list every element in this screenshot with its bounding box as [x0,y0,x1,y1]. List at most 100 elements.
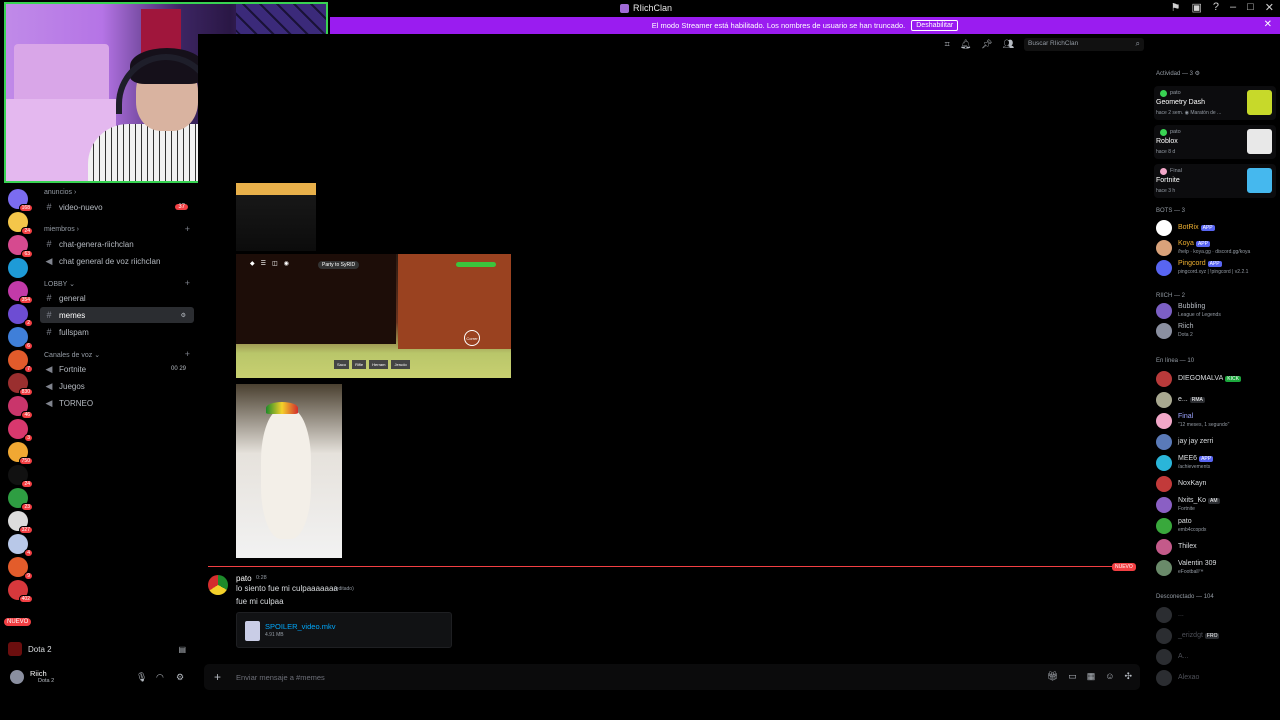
channel-torneo[interactable]: ◀ TORNEO [40,395,194,411]
server-icon[interactable]: 7 [8,350,33,373]
member-row[interactable]: DIEGOMALVA KICK [1156,370,1278,388]
channel-video-nuevo[interactable]: # video-nuevo 37 [40,199,194,215]
close-window-button[interactable]: ✕ [1265,1,1274,14]
server-icon[interactable] [8,258,28,278]
gif-icon[interactable]: ▭ [1068,671,1077,682]
member-row[interactable]: ... [1156,606,1278,624]
image-attachment-screenshot[interactable] [236,183,316,251]
category-lobby[interactable]: LOBBY ⌄ [44,280,75,288]
disable-streamer-button[interactable]: Deshabilitar [911,20,959,31]
gift-icon[interactable]: 🎁︎ [1047,671,1058,682]
server-icon[interactable]: 24 [8,212,33,235]
image-attachment-rat[interactable] [236,384,342,558]
member-row[interactable]: MEE6 APP/achievements [1156,454,1278,472]
apps-icon[interactable]: ✣ [1124,671,1132,682]
member-tag: APP [1200,225,1215,231]
hashtag-icon: # [46,327,52,337]
pin-icon[interactable]: 📌︎ [981,39,992,50]
member-row[interactable]: Nxits_Ko AM Fortnite [1156,496,1278,514]
server-icon[interactable]: 4 [8,534,33,557]
avatar [1156,628,1172,644]
add-channel-icon[interactable]: + [185,224,190,234]
file-attachment[interactable]: SPOILER_video.mkv 4.91 MB [236,612,452,648]
new-messages-divider [208,566,1134,567]
member-row[interactable]: Alexao [1156,669,1278,687]
search-input[interactable]: Buscar RIichClan ⌕ [1024,38,1144,51]
close-icon[interactable]: ✕ [1264,19,1272,30]
channel-label: fullspam [59,327,89,337]
member-row[interactable]: Pingcord APP pingcord.xyz | !pingcord | v2… [1156,259,1278,277]
pin-icon[interactable]: ⚑ [1171,1,1181,14]
member-row[interactable]: Thilex [1156,538,1278,556]
channel-fortnite[interactable]: ◀ Fortnite 00 29 [40,361,194,377]
server-icon[interactable]: 168 [8,189,33,212]
category-anuncios[interactable]: anuncios › [44,189,76,196]
maximize-button[interactable]: □ [1247,1,1254,14]
server-icon[interactable]: 2 [8,304,33,327]
inbox-icon[interactable]: ▣ [1191,1,1201,14]
add-attachment-icon[interactable]: + [214,670,221,684]
help-icon[interactable]: ? [1213,1,1219,14]
channel-voice-general[interactable]: ◀ chat general de voz riichclan [40,253,194,269]
avatar[interactable] [208,575,228,595]
activity-user: pato [1170,90,1181,96]
emoji-icon[interactable]: ☺ [1105,671,1114,682]
member-row[interactable]: A... [1156,648,1278,666]
channel-juegos[interactable]: ◀ Juegos [40,378,194,394]
channel-memes[interactable]: # memes ⚙ [40,307,194,323]
activity-card[interactable]: Final Fortnite hace 3 h [1154,164,1276,198]
server-icon[interactable]: 23 [8,488,33,511]
message-author[interactable]: pato [236,574,252,583]
image-attachment-roblox[interactable]: ◆ ☰ ◫ ◉ Party to SyRID Correr Saco Rifle He… [236,254,511,378]
member-row[interactable]: e... RMA [1156,391,1278,409]
channel-general[interactable]: # general [40,290,194,306]
gear-icon[interactable]: ⚙ [176,672,184,683]
activity-card[interactable]: pato Geometry Dash hace 2 sem. ◉ Maratón d… [1154,86,1276,120]
server-icon[interactable]: 3 [8,419,33,442]
member-row[interactable]: Riich Dota 2 [1156,322,1278,340]
category-miembros[interactable]: miembros › [44,226,79,233]
member-row[interactable]: Final "12 meses, 1 segundo" [1156,412,1278,430]
channel-fullspam[interactable]: # fullspam [40,324,194,340]
sticker-icon[interactable]: ▦ [1087,671,1096,682]
add-channel-icon[interactable]: + [185,278,190,288]
server-icon[interactable]: 9 [8,557,33,580]
server-icon[interactable]: 830 [8,373,33,396]
activity-game: Geometry Dash [1156,99,1206,106]
headphones-icon[interactable]: ◠ [156,672,164,683]
message-composer[interactable]: + Enviar mensaje a #memes 🎁︎ ▭ ▦ ☺ ✣ [204,664,1140,690]
server-icon[interactable]: 46 [8,396,33,419]
file-name-link[interactable]: SPOILER_video.mkv [265,622,335,631]
bell-icon[interactable]: 🔔︎ [960,39,971,50]
threads-icon[interactable]: ⌗ [945,39,950,50]
voice-status-icon[interactable]: ▤ [178,645,186,654]
member-row[interactable]: Koya APP/help · koya.gg · discord.gg/koya [1156,239,1278,257]
microphone-icon[interactable]: 🎙︎ [136,672,147,683]
member-row[interactable]: Bubbling League of Legends [1156,302,1278,320]
server-icon[interactable]: 63 [8,235,33,258]
member-row[interactable]: _erizdgt FRO [1156,627,1278,645]
minimize-button[interactable]: – [1230,1,1236,14]
avatar[interactable] [10,670,24,684]
add-channel-icon[interactable]: + [185,349,190,359]
member-row[interactable]: NoxKayn [1156,475,1278,493]
member-name: A... [1178,653,1189,660]
member-row[interactable]: pato emb4ccopdx [1156,517,1278,535]
members-icon[interactable]: 👥︎ [1003,39,1014,50]
category-voz[interactable]: Canales de voz ⌄ [44,351,100,359]
server-icon[interactable]: 402 [8,580,33,603]
new-servers-pill[interactable]: NUEVO [4,618,32,626]
unread-badge: 750 [18,457,33,465]
activity-card[interactable]: pato Roblox hace 8 d [1154,125,1276,159]
member-row[interactable]: BotRix APP [1156,219,1278,237]
server-icon[interactable]: 327 [8,511,33,534]
server-icon[interactable]: 6 [8,327,33,350]
settings-icon[interactable]: ⚙ [181,312,186,319]
server-icon[interactable]: 354 [8,281,33,304]
channel-chat-genera[interactable]: # chat-genera-riichclan [40,236,194,252]
member-row[interactable]: Valentin 309 eFootball™ [1156,559,1278,577]
server-icon[interactable]: 24 [8,465,33,488]
server-icon[interactable]: 750 [8,442,33,465]
member-row[interactable]: jay jay zerri [1156,433,1278,451]
voice-status-bar[interactable]: Dota 2 ▤ [4,640,196,658]
